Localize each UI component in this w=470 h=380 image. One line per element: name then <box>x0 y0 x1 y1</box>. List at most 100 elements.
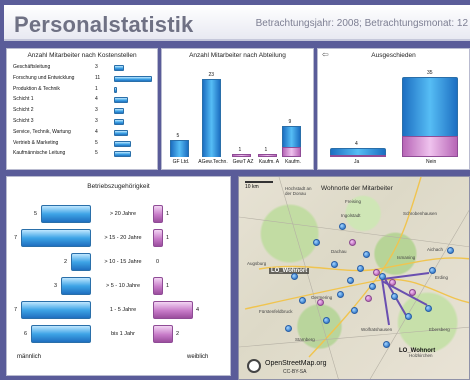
map-pin[interactable] <box>379 273 386 280</box>
map-hint: Höchstadt an der Donau <box>285 186 312 196</box>
panel-cost-centers: Anzahl Mitarbeiter nach Kostenstellen Ge… <box>6 48 158 170</box>
department-value: 5 <box>176 133 180 140</box>
map-pin[interactable] <box>351 307 358 314</box>
department-label: GF Ltd. <box>172 159 190 165</box>
tenure-category: > 15 - 20 Jahre <box>104 235 142 241</box>
map-title: Wohnorte der Mitarbeiter <box>321 185 393 192</box>
map-pin[interactable] <box>391 293 398 300</box>
dashboard: Personalstatistik Betrachtungsjahr: 2008… <box>0 0 470 380</box>
left-category: Ja <box>354 159 360 165</box>
panel-departments: Anzahl Mitarbeiter nach Abteilung 5 GF Lt… <box>161 48 314 170</box>
map-pin[interactable] <box>323 317 330 324</box>
cost-center-value: 3 <box>95 107 98 114</box>
map-pin[interactable] <box>313 239 320 246</box>
left-value: 35 <box>427 70 433 76</box>
map-town-label: Fürstenfeldbruck <box>259 309 293 314</box>
cost-center-label: Service, Technik, Wartung <box>13 128 71 135</box>
cost-center-value: 3 <box>95 64 98 70</box>
map-pin[interactable] <box>429 267 436 274</box>
cost-center-label: Schicht 3 <box>13 118 34 124</box>
map-pin[interactable] <box>339 223 346 230</box>
cost-center-label: Vertrieb & Marketing <box>13 139 59 146</box>
map-town-label: Ebersberg <box>429 327 450 332</box>
panel-left: Ausgeschieden ⇦ 4 Ja 35 Nein <box>317 48 470 170</box>
tenure-male-value: 2 <box>64 259 68 265</box>
department-bar-female <box>232 153 251 157</box>
cost-center-label: Forschung und Entwicklung <box>13 74 75 81</box>
osm-logo-icon <box>247 359 261 373</box>
panel-map[interactable]: Wohnorte der Mitarbeiter 10 km Höchstadt… <box>238 176 470 380</box>
cost-center-bar <box>114 151 132 158</box>
department-value: 1 <box>264 146 268 153</box>
map-pin[interactable] <box>369 283 376 290</box>
map-top-label: LO_Wohnort <box>269 268 310 274</box>
map-pin-female[interactable] <box>317 299 324 306</box>
tenure-bar-female <box>153 277 163 295</box>
cost-center-label: Geschäftsleitung <box>13 64 51 70</box>
map-pin[interactable] <box>447 247 454 254</box>
tenure-category: > 20 Jahre <box>109 211 137 217</box>
tenure-bar-male <box>71 253 91 271</box>
map-pin-female[interactable] <box>409 289 416 296</box>
tenure-female-value: 1 <box>166 235 170 241</box>
tenure-category: > 5 - 10 Jahre <box>105 283 141 289</box>
tenure-bar-female <box>153 229 163 247</box>
tenure-chart: 5 > 20 Jahre 1 7 > 15 - 20 Jahre 1 2 > 10 - 15 … <box>7 177 230 375</box>
left-bar <box>402 77 458 137</box>
map-pin[interactable] <box>357 265 364 272</box>
tenure-category: 1 - 5 Jahre <box>109 307 137 313</box>
map-pin[interactable] <box>425 305 432 312</box>
map-pin[interactable] <box>383 341 390 348</box>
department-value: 23 <box>208 72 215 78</box>
cost-center-value: 11 <box>95 74 101 81</box>
map-town-label: Freising <box>345 199 362 204</box>
cost-center-label: Schicht 1 <box>13 96 34 103</box>
cost-center-bar <box>114 119 125 125</box>
female-label: weiblich <box>187 354 209 360</box>
map-pin[interactable] <box>363 251 370 258</box>
tenure-category: > 10 - 15 Jahre <box>104 259 142 265</box>
left-bar <box>330 147 386 155</box>
map-pin[interactable] <box>347 277 354 284</box>
map-pin-female[interactable] <box>349 239 356 246</box>
map-town-label: Holzkirchen <box>409 353 433 358</box>
tenure-female-value: 1 <box>166 211 170 217</box>
map-pin[interactable] <box>337 291 344 298</box>
cost-center-value: 5 <box>95 139 98 146</box>
left-bar-female <box>330 154 386 157</box>
cost-center-label: Kaufmännische Leitung <box>13 150 66 157</box>
department-value: 9 <box>288 119 292 126</box>
page-header: Personalstatistik Betrachtungsjahr: 2008… <box>4 5 470 41</box>
panel-tenure: Betriebszugehörigkeit 5 > 20 Jahre 1 7 > 15 … <box>6 176 231 376</box>
map-pin[interactable] <box>285 325 292 332</box>
cost-center-value: 4 <box>95 96 98 103</box>
cost-center-value: 4 <box>95 128 98 135</box>
map-pin[interactable] <box>299 297 306 304</box>
tenure-female-value: 4 <box>196 307 200 313</box>
tenure-male-value: 3 <box>54 283 58 289</box>
map-pin-female[interactable] <box>365 295 372 302</box>
map-pin[interactable] <box>405 313 412 320</box>
tenure-male-value: 6 <box>24 331 28 337</box>
male-label: männlich <box>17 354 42 360</box>
map-pin[interactable] <box>291 273 298 280</box>
department-bar-female <box>282 146 301 157</box>
tenure-bar-male <box>21 229 91 247</box>
map-town-label: Dachau <box>331 249 347 254</box>
map-pin-female[interactable] <box>373 269 380 276</box>
map-pin-female[interactable] <box>389 279 396 286</box>
left-category: Nein <box>426 159 437 165</box>
cost-center-bar <box>114 129 128 136</box>
map-attribution[interactable]: OpenStreetMap.org <box>265 360 326 367</box>
tenure-female-value: 0 <box>156 259 160 265</box>
cost-centers-chart: Geschäftsleitung 3 Forschung und Entwicklu… <box>7 49 157 169</box>
departments-chart: 5 GF Ltd. 23 AGew.Techn. 1 GewT AZ 1 Kaufm. A9K… <box>162 49 313 169</box>
cost-center-value: 5 <box>95 150 98 157</box>
cost-center-bar <box>114 108 125 115</box>
map-town-label: Schrobenhausen <box>403 211 438 216</box>
map-pin[interactable] <box>331 261 338 268</box>
tenure-female-value: 2 <box>176 331 180 337</box>
tenure-male-value: 7 <box>14 235 18 241</box>
map-town-label: Ismaning <box>397 255 416 260</box>
map-town-label: Erding <box>435 275 449 280</box>
